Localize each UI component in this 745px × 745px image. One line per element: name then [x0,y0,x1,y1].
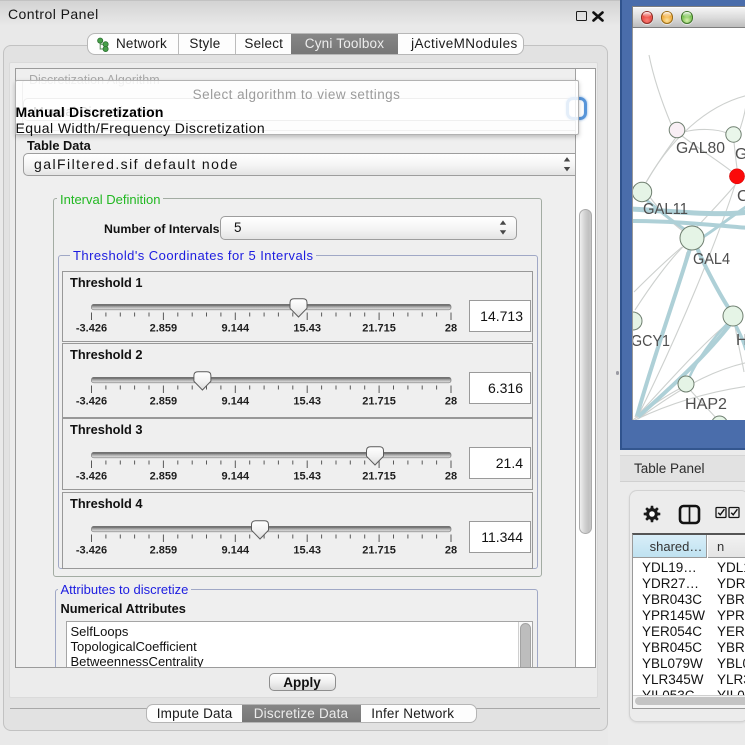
svg-text:GAL11: GAL11 [643,201,688,218]
svg-text:HAP2: HAP2 [685,396,727,413]
svg-text:2.859: 2.859 [150,470,178,482]
svg-text:9.144: 9.144 [222,395,250,407]
svg-text:15.43: 15.43 [293,470,321,482]
svg-text:-3.426: -3.426 [76,470,107,482]
svg-text:2.859: 2.859 [150,544,178,556]
svg-text:21.715: 21.715 [362,395,396,407]
svg-text:21.715: 21.715 [362,323,396,335]
svg-text:21.715: 21.715 [362,544,396,556]
svg-text:28: 28 [445,544,457,556]
svg-text:2.859: 2.859 [150,395,178,407]
svg-text:CD: CD [737,188,745,205]
svg-text:9.144: 9.144 [222,323,250,335]
svg-text:GCY1: GCY1 [633,333,670,350]
svg-text:15.43: 15.43 [293,323,321,335]
svg-text:21.715: 21.715 [362,470,396,482]
svg-text:2.859: 2.859 [150,323,178,335]
svg-text:28: 28 [445,323,457,335]
svg-text:15.43: 15.43 [293,395,321,407]
svg-text:GA: GA [735,146,745,163]
svg-text:28: 28 [445,395,457,407]
svg-text:-3.426: -3.426 [76,395,107,407]
svg-text:GAL4: GAL4 [693,251,730,268]
svg-text:9.144: 9.144 [222,470,250,482]
svg-text:15.43: 15.43 [293,544,321,556]
svg-text:GAL80: GAL80 [676,140,725,157]
svg-text:28: 28 [445,470,457,482]
svg-text:HI: HI [736,332,745,349]
svg-text:9.144: 9.144 [222,544,250,556]
svg-text:-3.426: -3.426 [76,544,107,556]
svg-text:-3.426: -3.426 [76,323,107,335]
